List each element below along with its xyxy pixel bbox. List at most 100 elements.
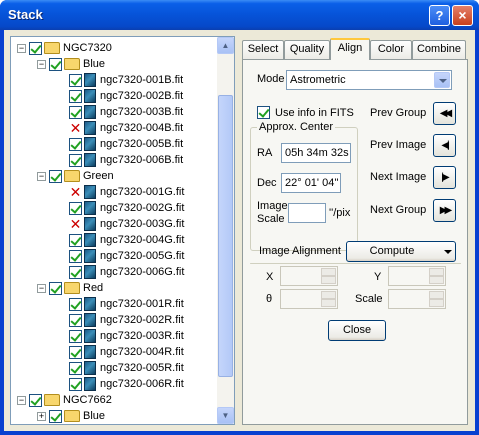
fits-file-icon xyxy=(84,377,96,391)
rejected-x-icon[interactable]: ✕ xyxy=(69,185,82,199)
use-fits-checkbox[interactable] xyxy=(257,106,270,119)
close-button[interactable]: Close xyxy=(328,320,386,341)
tree-file-item[interactable]: ngc7320-005G.fit xyxy=(69,248,184,264)
tree-item-checkbox[interactable] xyxy=(69,265,82,279)
fits-file-icon xyxy=(84,185,96,199)
tree-vertical-scrollbar[interactable]: ▲ ▼ xyxy=(217,37,234,424)
scroll-down-arrow-icon[interactable]: ▼ xyxy=(217,407,234,424)
tree-item-checkbox[interactable] xyxy=(49,57,62,71)
tree-item-checkbox[interactable] xyxy=(49,169,62,183)
help-button[interactable]: ? xyxy=(429,5,450,26)
tree-file-item[interactable]: ngc7320-003B.fit xyxy=(69,104,183,120)
tree-folder-item[interactable]: + Blue xyxy=(37,408,105,424)
tree-item-checkbox[interactable] xyxy=(69,377,82,391)
tree-file-item[interactable]: ngc7320-002R.fit xyxy=(69,312,184,328)
tree-file-item[interactable]: ngc7320-001R.fit xyxy=(69,296,184,312)
tree-file-item[interactable]: ngc7320-006R.fit xyxy=(69,376,184,392)
tree-item-checkbox[interactable] xyxy=(49,409,62,423)
compute-button[interactable]: Compute xyxy=(346,241,456,262)
mode-select[interactable]: Astrometric xyxy=(286,70,452,90)
ra-field[interactable]: 05h 34m 32s xyxy=(281,143,351,163)
image-scale-field[interactable] xyxy=(288,203,326,223)
dec-label: Dec xyxy=(257,177,277,189)
tab-combine[interactable]: Combine xyxy=(412,40,466,59)
dec-field[interactable]: 22° 01' 04'' xyxy=(281,173,341,193)
fits-file-icon xyxy=(84,297,96,311)
tree-folder-item[interactable]: − NGC7662 xyxy=(17,392,112,408)
prev-group-button[interactable]: ◀◀ xyxy=(433,102,456,125)
image-scale-label-line1: Image xyxy=(257,200,288,212)
folder-icon xyxy=(64,410,80,422)
tree-item-checkbox[interactable] xyxy=(49,281,62,295)
tree-item-checkbox[interactable] xyxy=(69,73,82,87)
tree-item-checkbox[interactable] xyxy=(69,89,82,103)
close-window-button[interactable]: × xyxy=(452,5,473,26)
collapse-icon[interactable]: − xyxy=(17,395,26,405)
theta-spinner[interactable] xyxy=(280,289,338,309)
tree-item-checkbox[interactable] xyxy=(69,249,82,263)
tab-quality[interactable]: Quality xyxy=(284,40,330,59)
tree-item-checkbox[interactable] xyxy=(69,137,82,151)
collapse-icon[interactable]: − xyxy=(37,171,46,181)
tree-item-checkbox[interactable] xyxy=(69,233,82,247)
tree-file-item[interactable]: ngc7320-004G.fit xyxy=(69,232,184,248)
tree-file-item[interactable]: ngc7320-003R.fit xyxy=(69,328,184,344)
fits-file-icon xyxy=(84,105,96,119)
title-bar[interactable]: Stack ? × xyxy=(0,0,479,30)
collapse-icon[interactable]: − xyxy=(17,43,26,53)
tree-file-item[interactable]: ngc7320-004R.fit xyxy=(69,344,184,360)
next-image-button[interactable]: |▶ xyxy=(433,166,456,189)
tree-item-checkbox[interactable] xyxy=(69,153,82,167)
tree-item-checkbox[interactable] xyxy=(69,105,82,119)
tree-item-label: ngc7320-005B.fit xyxy=(100,138,184,150)
approx-center-title: Approx. Center xyxy=(257,121,335,133)
tree-file-item[interactable]: ngc7320-005B.fit xyxy=(69,136,183,152)
scale-spinner[interactable] xyxy=(388,289,446,309)
tree-item-label: ngc7320-003R.fit xyxy=(100,330,184,342)
tab-color[interactable]: Color xyxy=(370,40,412,59)
rejected-x-icon[interactable]: ✕ xyxy=(69,217,82,231)
tree-item-checkbox[interactable] xyxy=(69,297,82,311)
scroll-thumb[interactable] xyxy=(218,95,233,377)
tree-file-item[interactable]: ✕ ngc7320-004B.fit xyxy=(69,120,183,136)
prev-image-button[interactable]: ◀| xyxy=(433,134,456,157)
tree-file-item[interactable]: ✕ ngc7320-001G.fit xyxy=(69,184,184,200)
tree-file-item[interactable]: ngc7320-005R.fit xyxy=(69,360,184,376)
tree-item-checkbox[interactable] xyxy=(69,201,82,215)
collapse-icon[interactable]: − xyxy=(37,59,46,69)
next-group-button[interactable]: ▶▶ xyxy=(433,199,456,222)
tree-item-checkbox[interactable] xyxy=(69,361,82,375)
tree-folder-item[interactable]: − NGC7320 xyxy=(17,40,112,56)
tree-item-checkbox[interactable] xyxy=(29,41,42,55)
tree-file-item[interactable]: ✕ ngc7320-003G.fit xyxy=(69,216,184,232)
image-tree[interactable]: − NGC7320 − Blue ngc7320-001B.fit ngc7320-002… xyxy=(10,36,235,425)
expand-icon[interactable]: + xyxy=(37,411,46,421)
scroll-up-arrow-icon[interactable]: ▲ xyxy=(217,37,234,54)
tree-file-item[interactable]: ngc7320-002B.fit xyxy=(69,88,183,104)
tree-item-checkbox[interactable] xyxy=(69,313,82,327)
y-spinner[interactable] xyxy=(388,266,446,286)
fits-file-icon xyxy=(84,201,96,215)
fits-file-icon xyxy=(84,73,96,87)
tree-file-item[interactable]: ngc7320-002G.fit xyxy=(69,200,184,216)
chevron-down-icon[interactable] xyxy=(434,72,450,88)
tree-item-checkbox[interactable] xyxy=(29,393,42,407)
tree-item-label: ngc7320-002R.fit xyxy=(100,314,184,326)
x-spinner[interactable] xyxy=(280,266,338,286)
tree-item-label: ngc7320-001R.fit xyxy=(100,298,184,310)
tree-file-item[interactable]: ngc7320-006G.fit xyxy=(69,264,184,280)
tree-folder-item[interactable]: − Blue xyxy=(37,56,105,72)
collapse-icon[interactable]: − xyxy=(37,283,46,293)
tab-align[interactable]: Align xyxy=(330,38,370,60)
tree-file-item[interactable]: ngc7320-001B.fit xyxy=(69,72,183,88)
tree-folder-item[interactable]: − Green xyxy=(37,168,114,184)
tab-select[interactable]: Select xyxy=(242,40,284,59)
rejected-x-icon[interactable]: ✕ xyxy=(69,121,82,135)
tree-item-checkbox[interactable] xyxy=(69,329,82,343)
tree-item-checkbox[interactable] xyxy=(69,345,82,359)
compute-dropdown-chevron-down-icon[interactable] xyxy=(444,250,452,254)
folder-icon xyxy=(44,394,60,406)
tree-folder-item[interactable]: − Red xyxy=(37,280,103,296)
folder-icon xyxy=(64,170,80,182)
tree-file-item[interactable]: ngc7320-006B.fit xyxy=(69,152,183,168)
